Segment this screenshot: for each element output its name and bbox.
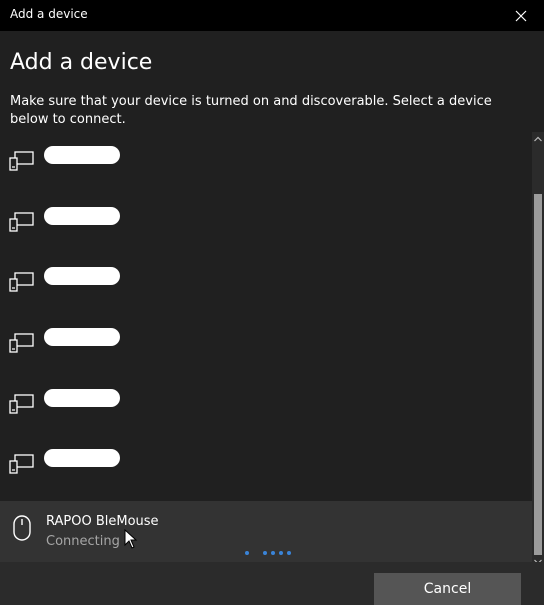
redacted-device-name	[44, 207, 120, 225]
scrollbar-thumb[interactable]	[534, 194, 542, 555]
device-list-item[interactable]	[0, 193, 532, 253]
cancel-button[interactable]: Cancel	[374, 573, 521, 605]
device-list-item[interactable]	[0, 253, 532, 313]
device-list-item[interactable]	[0, 314, 532, 374]
device-name: RAPOO BleMouse	[46, 514, 159, 529]
page-heading: Add a device	[10, 50, 153, 75]
device-list: RAPOO BleMouse Connecting	[0, 132, 532, 562]
close-icon	[515, 10, 527, 21]
chevron-up-icon	[534, 136, 542, 142]
progress-dots	[240, 551, 300, 559]
display-device-icon	[9, 394, 34, 414]
redacted-device-name	[44, 267, 120, 285]
window-title: Add a device	[10, 7, 88, 21]
device-list-item[interactable]	[0, 132, 532, 192]
display-device-icon	[9, 272, 34, 292]
device-list-item[interactable]	[0, 435, 532, 495]
vertical-scrollbar[interactable]	[532, 132, 544, 569]
connection-status: Connecting	[46, 534, 120, 549]
redacted-device-name	[44, 389, 120, 407]
display-device-icon	[9, 151, 34, 171]
display-device-icon	[9, 212, 34, 232]
mouse-cursor-icon	[124, 529, 138, 549]
title-bar: Add a device	[0, 0, 544, 31]
mouse-icon	[13, 515, 31, 541]
redacted-device-name	[44, 146, 120, 164]
close-button[interactable]	[498, 0, 544, 31]
instructions-text: Make sure that your device is turned on …	[10, 94, 492, 127]
scroll-up-button[interactable]	[532, 132, 544, 146]
footer-bar: Cancel	[0, 562, 544, 605]
redacted-device-name	[44, 449, 120, 467]
display-device-icon	[9, 454, 34, 474]
device-list-item[interactable]	[0, 375, 532, 435]
redacted-device-name	[44, 328, 120, 346]
selected-device-item[interactable]: RAPOO BleMouse Connecting	[0, 501, 532, 562]
display-device-icon	[9, 333, 34, 353]
